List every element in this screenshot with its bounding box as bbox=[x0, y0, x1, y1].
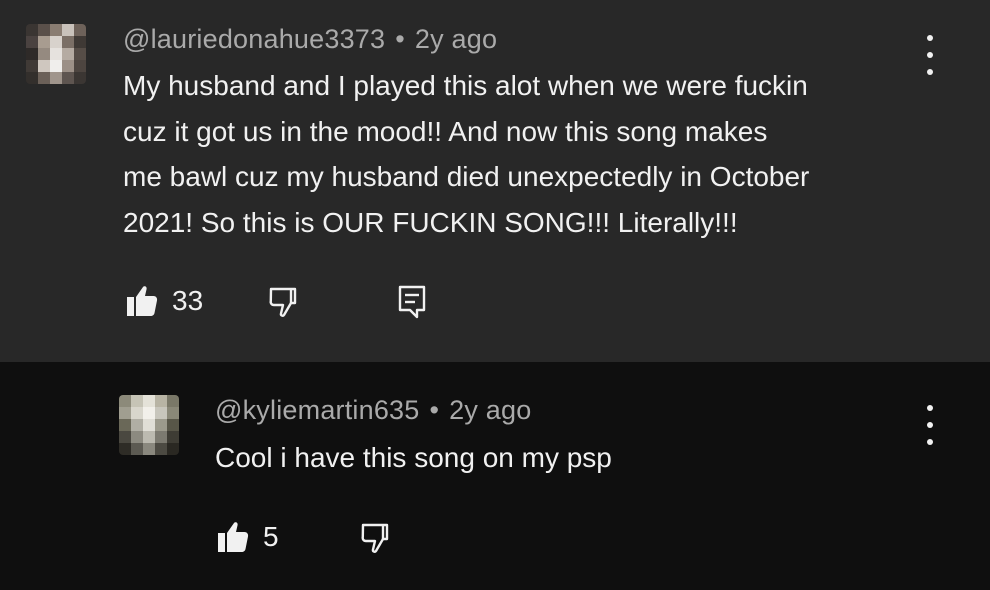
like-count: 33 bbox=[172, 285, 204, 316]
reply-button[interactable] bbox=[398, 285, 426, 319]
comment-author[interactable]: @lauriedonahue3373 bbox=[123, 24, 385, 54]
comment-thread-reply: @kyliemartin635 • 2y ago Cool i have this … bbox=[0, 362, 990, 590]
comment-author[interactable]: @kyliemartin635 bbox=[215, 395, 420, 425]
comment-thread-top: @lauriedonahue3373 • 2y ago My husband and… bbox=[0, 0, 990, 362]
like-button[interactable]: 33 bbox=[126, 284, 203, 318]
comment-text: Cool i have this song on my psp bbox=[215, 442, 612, 473]
avatar[interactable] bbox=[26, 24, 86, 84]
meta-separator: • bbox=[429, 395, 440, 425]
thumbs-up-icon bbox=[217, 520, 249, 554]
like-button[interactable]: 5 bbox=[217, 520, 279, 554]
kebab-menu-icon[interactable] bbox=[918, 405, 942, 445]
thumbs-down-icon bbox=[360, 522, 392, 554]
reply-icon bbox=[398, 285, 426, 319]
dislike-button[interactable] bbox=[360, 522, 392, 554]
like-count: 5 bbox=[263, 521, 279, 552]
comment-age: 2y ago bbox=[449, 395, 532, 425]
avatar[interactable] bbox=[119, 395, 179, 455]
comment-meta: @lauriedonahue3373 • 2y ago bbox=[123, 24, 497, 55]
comment-meta: @kyliemartin635 • 2y ago bbox=[215, 395, 531, 426]
comment-text: My husband and I played this alot when w… bbox=[123, 70, 810, 238]
comment-age: 2y ago bbox=[414, 24, 498, 54]
thumbs-down-icon bbox=[268, 286, 300, 318]
meta-separator: • bbox=[395, 24, 405, 54]
thumbs-up-icon bbox=[126, 284, 158, 318]
dislike-button[interactable] bbox=[268, 286, 300, 318]
